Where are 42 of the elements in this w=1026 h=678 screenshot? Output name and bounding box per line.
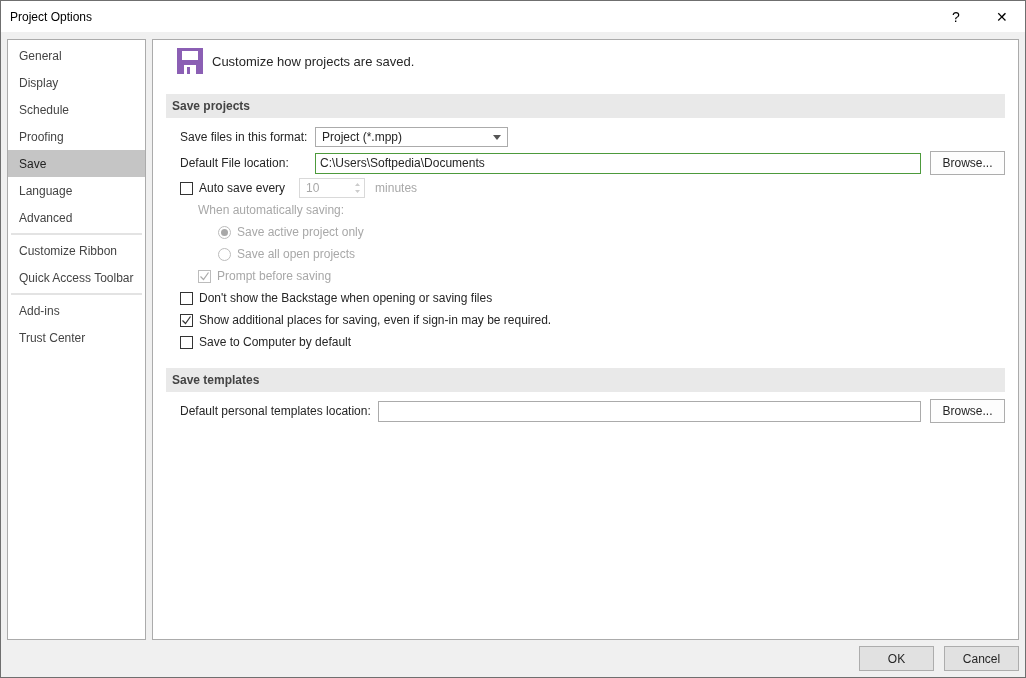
field-label: Default File location:	[180, 156, 290, 170]
sidebar-item[interactable]: Quick Access Toolbar	[8, 264, 145, 291]
checkbox[interactable]	[180, 181, 193, 195]
sidebar-item[interactable]: Advanced	[8, 204, 145, 231]
checkbox[interactable]	[180, 313, 193, 327]
field-label: Default personal templates location:	[180, 404, 371, 418]
checkbox[interactable]	[180, 291, 193, 305]
unit-label: minutes	[375, 181, 418, 195]
browse-button[interactable]: Browse...	[930, 151, 1005, 175]
radio-label: Save all open projects	[237, 247, 356, 261]
dialog-button[interactable]: Cancel	[944, 646, 1019, 671]
sidebar-item[interactable]: Trust Center	[8, 324, 145, 351]
section-header: Save projects	[166, 94, 1005, 118]
checkbox[interactable]	[180, 335, 193, 349]
checkbox-label: Auto save every	[199, 181, 286, 195]
window-title: Project Options	[10, 9, 94, 24]
checkbox-label: Save to Computer by default	[199, 335, 352, 349]
sidebar-item[interactable]: Proofing	[8, 123, 145, 150]
sidebar-item[interactable]: Add-ins	[8, 297, 145, 324]
browse-button[interactable]: Browse...	[930, 399, 1005, 423]
help-button[interactable]: ?	[933, 1, 979, 32]
sidebar-item[interactable]: Customize Ribbon	[8, 237, 145, 264]
dialog-button[interactable]: OK	[859, 646, 934, 671]
page-description: Customize how projects are saved.	[212, 53, 415, 69]
close-button[interactable]: ✕	[979, 1, 1025, 32]
field-label: Save files in this format:	[180, 130, 308, 144]
sidebar-item[interactable]: General	[8, 42, 145, 69]
section-header: Save templates	[166, 368, 1005, 392]
checkbox-label: Prompt before saving	[217, 269, 332, 283]
spin-arrows-icon	[354, 182, 362, 194]
checkbox-label: Show additional places for saving, even if sign-in may be required.	[199, 313, 552, 327]
sidebar-item[interactable]: Save	[8, 150, 145, 177]
group-label: When automatically saving:	[198, 203, 345, 217]
radio-label: Save active project only	[237, 225, 364, 239]
location-field[interactable]	[377, 400, 921, 422]
sidebar-item[interactable]: Display	[8, 69, 145, 96]
sidebar-item[interactable]: Language	[8, 177, 145, 204]
format-dropdown[interactable]: Project (*.mpp)	[315, 127, 508, 147]
checkbox-label: Don't show the Backstage when opening or saving files	[199, 291, 493, 305]
location-field[interactable]: C:\Users\Softpedia\Documents	[315, 152, 921, 174]
dropdown-arrow-icon	[493, 134, 501, 140]
sidebar-item[interactable]: Schedule	[8, 96, 145, 123]
